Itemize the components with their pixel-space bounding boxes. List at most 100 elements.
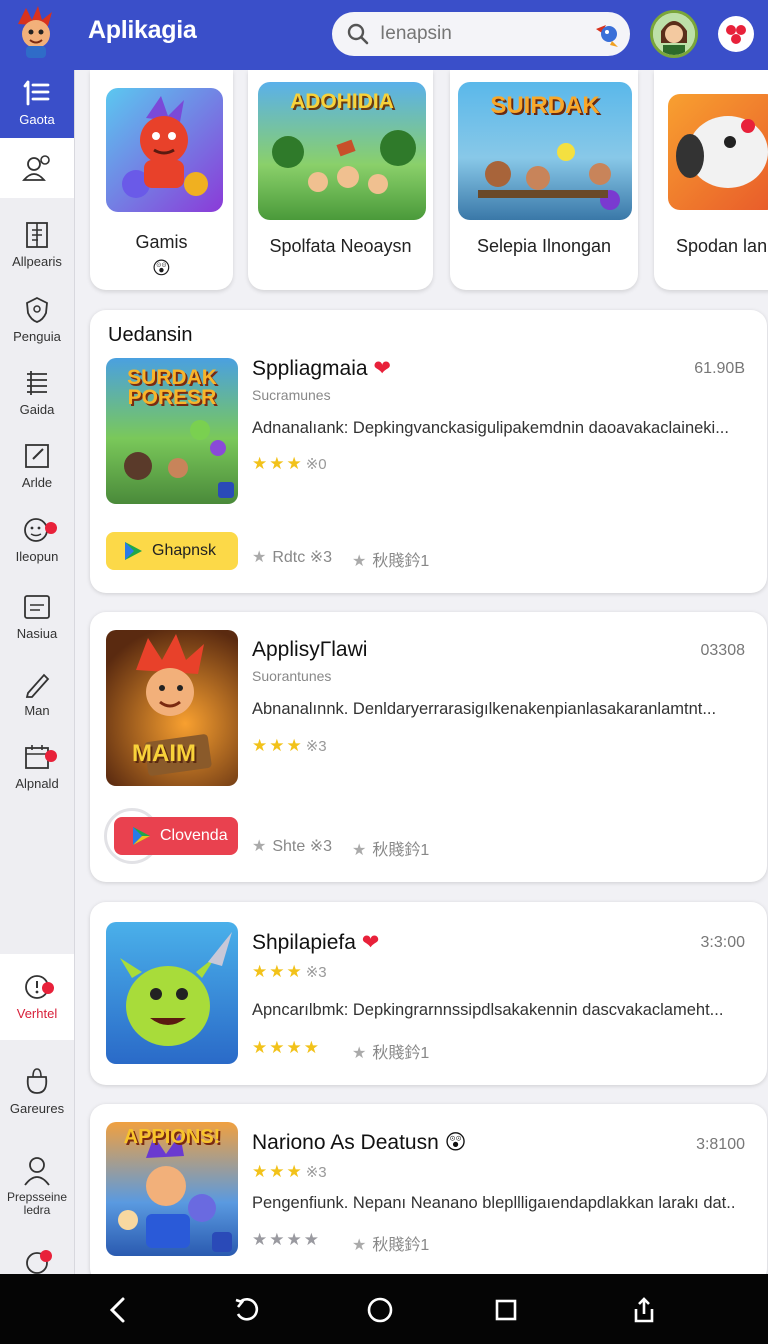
sidebar-item-gareures[interactable]: Gareures	[0, 1065, 74, 1116]
app-thumbnail[interactable]: MAIM	[106, 630, 238, 786]
sidebar: Gaota Allpearis Penguia Gaida Arlde Ileo…	[0, 70, 75, 1274]
sidebar-item-nasiua[interactable]: Nasiua	[0, 592, 74, 641]
featured-thumb-image: ADOHIDIA	[258, 82, 426, 220]
sidebar-item-users[interactable]	[0, 138, 74, 198]
emoji-icon: 😲	[152, 258, 171, 278]
app-size: 3:8100	[696, 1136, 745, 1153]
app-art-title: MAIM	[132, 740, 196, 767]
message-icon	[24, 595, 50, 619]
app-thumbnail[interactable]: SURDAK PORESR	[106, 358, 238, 504]
sidebar-item-label: Arlde	[21, 475, 53, 490]
star-rating-large: ★★★★	[252, 1230, 321, 1249]
list-icon	[23, 80, 50, 106]
featured-carousel: Gamis 😲 ADOHIDIA Spolfata Neoaysn SUIRDA…	[76, 70, 768, 300]
sidebar-item-gaota[interactable]: Gaota	[0, 70, 74, 138]
app-card[interactable]: Shpilapiefa ❤ 3:3:00 ★★★ ※3 Apncarılbmk: …	[90, 902, 767, 1085]
sidebar-item-gaida[interactable]: Gaida	[0, 368, 74, 417]
secondary-rating-text: Shte ※3	[272, 838, 333, 855]
top-app-bar: Aplikagia	[0, 0, 768, 70]
sidebar-item-label: Allpearis	[12, 254, 62, 269]
sidebar-item-penguia[interactable]: Penguia	[0, 295, 74, 344]
rating-count: ※0	[305, 456, 327, 473]
sidebar-item-profile[interactable]: Prepsseine ledra	[0, 1155, 74, 1217]
app-name: ApplisyΓlawi	[252, 638, 368, 661]
user-avatar[interactable]	[650, 10, 698, 58]
install-button[interactable]: Ghapnsk	[106, 532, 238, 570]
sidebar-item-label: Gaida	[19, 402, 55, 417]
app-logo-icon[interactable]	[8, 4, 64, 60]
app-size: 03308	[700, 642, 746, 659]
app-description: Pengenfiunk. Nepanı Neanano blepllligaıe…	[252, 1194, 736, 1212]
secondary-rating: ★ 秋賤鈐1	[352, 842, 430, 859]
app-description: Abnanalınnk. Denldaryerrarasigılkenakenp…	[252, 700, 717, 718]
search-bar[interactable]	[332, 12, 630, 56]
rating-count: ※3	[305, 1164, 327, 1181]
app-name: Sppliagmaia ❤	[252, 356, 391, 381]
featured-title: Gamis	[135, 232, 188, 252]
sidebar-item-label: Verhtel	[16, 1006, 58, 1021]
emoji-icon: 😲	[444, 1131, 467, 1154]
back-icon[interactable]	[104, 1296, 132, 1324]
secondary-rating: ★ 秋賤鈐1	[352, 553, 430, 570]
menu-icon[interactable]	[718, 16, 754, 52]
search-input[interactable]	[380, 23, 580, 45]
sidebar-item-alpnald[interactable]: Alpnald	[0, 742, 74, 791]
featured-card[interactable]: SUIRDAK Selepia Ilnongan	[450, 70, 638, 290]
notification-dot	[42, 982, 54, 994]
notification-dot	[40, 1250, 52, 1262]
featured-thumb-image: SUIRDAK	[458, 82, 632, 220]
document-icon	[26, 222, 48, 248]
sidebar-item-ileopun[interactable]: Ileopun	[0, 515, 74, 564]
sidebar-item-man[interactable]: Man	[0, 669, 74, 718]
bag-icon	[26, 1068, 48, 1094]
sidebar-item-label: Man	[24, 703, 50, 718]
featured-card[interactable]: ADOHIDIA Spolfata Neoaysn	[248, 70, 433, 290]
app-card[interactable]: Uedansin SURDAK PORESR Sppliagmaia ❤ 61.…	[90, 310, 767, 593]
app-thumbnail[interactable]: APPIONS!	[106, 1122, 238, 1256]
app-thumbnail[interactable]	[106, 922, 238, 1064]
star-rating-large: ★★★★	[252, 1038, 321, 1057]
star-rating: ★★★ ※0	[252, 454, 327, 473]
featured-title: Spodan lan	[676, 236, 768, 256]
rotate-icon[interactable]	[232, 1296, 260, 1324]
app-name: Shpilapiefa ❤	[252, 930, 379, 955]
mascot-icon	[596, 25, 618, 47]
featured-card[interactable]: Gamis 😲	[90, 70, 233, 290]
sidebar-item-verhtel[interactable]: Verhtel	[0, 954, 74, 1040]
app-title: Aplikagia	[88, 16, 197, 44]
app-card[interactable]: APPIONS! Nariono As Deatusn 😲 3:8100 ★★★…	[90, 1104, 767, 1284]
install-button[interactable]: Clovenda	[114, 817, 238, 855]
app-description: Apncarılbmk: Depkingrarnnssipdlsakakenni…	[252, 1001, 724, 1019]
app-name-text: Sppliagmaia	[252, 357, 368, 380]
secondary-rating: ★ 秋賤鈐1	[352, 1237, 430, 1254]
sidebar-item-label: Gaota	[19, 112, 55, 127]
featured-title: Selepia Ilnongan	[476, 236, 612, 256]
app-description: Adnanalıank: Depkingvanckasigulipakemdni…	[252, 419, 729, 437]
app-art-title: SURDAK PORESR	[127, 366, 217, 409]
app-card[interactable]: MAIM ApplisyΓlawi 03308 Suorantunes Abna…	[90, 612, 767, 882]
sidebar-item-more[interactable]	[0, 1248, 74, 1274]
notification-dot	[45, 522, 57, 534]
secondary-rating: ★ 秋賤鈐1	[352, 1045, 430, 1062]
secondary-rating-text: Rdtc ※3	[272, 549, 332, 566]
app-art-title: APPIONS!	[123, 1126, 221, 1148]
sidebar-item-arlde[interactable]: Arlde	[0, 441, 74, 490]
install-button-label: Ghapnsk	[152, 542, 217, 559]
star-rating: ★★★ ※3	[252, 962, 327, 981]
sidebar-item-label: Ileopun	[15, 549, 59, 564]
section-title: Uedansin	[108, 324, 193, 346]
share-icon[interactable]	[630, 1296, 658, 1324]
featured-card[interactable]: Spodan lan	[654, 70, 768, 290]
edit-box-icon	[25, 444, 49, 468]
sidebar-item-label: Gareures	[9, 1101, 65, 1116]
heart-icon: ❤	[373, 357, 392, 380]
featured-thumb-image	[668, 94, 768, 210]
home-icon[interactable]	[366, 1296, 394, 1324]
secondary-rating: ★ Shte ※3	[252, 838, 333, 855]
person-icon	[24, 1157, 50, 1186]
sidebar-item-allpearis[interactable]: Allpearis	[0, 220, 74, 269]
secondary-rating: ★ Rdtc ※3	[252, 549, 332, 566]
app-size: 61.90B	[694, 360, 745, 377]
recents-icon[interactable]	[492, 1296, 520, 1324]
sidebar-item-label: Alpnald	[15, 776, 59, 791]
